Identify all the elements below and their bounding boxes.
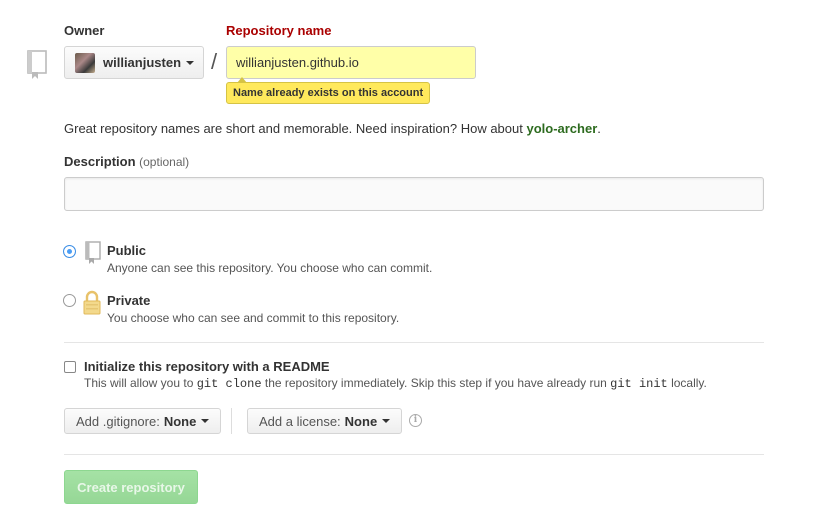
git-init-code: git init [610, 377, 668, 391]
license-value: None [344, 413, 378, 429]
gitignore-select[interactable]: Add .gitignore: None [64, 408, 222, 434]
license-select[interactable]: Add a license: None [247, 408, 403, 434]
owner-repo-separator: / [211, 49, 218, 74]
readme-title: Initialize this repository with a README [84, 359, 330, 374]
caret-down-icon [186, 60, 195, 65]
suggested-name-link[interactable]: yolo-archer [526, 121, 597, 136]
gitignore-label: Add .gitignore: [76, 413, 160, 429]
hint-text: Great repository names are short and mem… [64, 121, 527, 136]
git-clone-code: git clone [196, 377, 262, 391]
divider [64, 342, 764, 343]
readme-desc-a: This will allow you to [84, 376, 197, 390]
avatar [75, 52, 95, 73]
select-separator [231, 408, 232, 434]
info-icon[interactable]: i [409, 414, 422, 427]
name-suggestion-hint: Great repository names are short and mem… [64, 121, 601, 136]
public-desc: Anyone can see this repository. You choo… [107, 261, 433, 275]
owner-name: willianjusten [103, 55, 182, 70]
gitignore-value: None [163, 413, 197, 429]
readme-desc-c: locally. [667, 376, 707, 390]
hint-end: . [597, 121, 601, 136]
repo-icon [27, 50, 47, 79]
divider [64, 454, 764, 455]
readme-desc: This will allow you to git clone the rep… [84, 376, 707, 391]
name-error-tooltip: Name already exists on this account [226, 77, 431, 104]
description-label: Description (optional) [64, 154, 189, 169]
public-title: Public [107, 243, 147, 258]
repository-name-label: Repository name [226, 23, 332, 38]
private-desc: You choose who can see and commit to thi… [107, 311, 400, 325]
caret-down-icon [382, 419, 391, 423]
repository-name-input[interactable] [226, 46, 476, 79]
create-repository-button[interactable]: Create repository [64, 470, 198, 504]
lock-icon [83, 290, 101, 315]
readme-desc-b: the repository immediately. Skip this st… [261, 376, 611, 390]
caret-down-icon [201, 419, 210, 423]
license-label: Add a license: [259, 413, 341, 429]
description-label-text: Description [64, 154, 136, 169]
public-repo-icon [85, 241, 101, 264]
public-radio[interactable] [63, 245, 76, 258]
readme-checkbox[interactable] [64, 361, 76, 373]
optional-note: (optional) [139, 155, 190, 169]
description-input[interactable] [64, 177, 764, 211]
owner-select[interactable]: willianjusten [64, 46, 204, 79]
private-title: Private [107, 293, 151, 308]
owner-label: Owner [64, 23, 105, 38]
private-radio[interactable] [63, 294, 76, 307]
